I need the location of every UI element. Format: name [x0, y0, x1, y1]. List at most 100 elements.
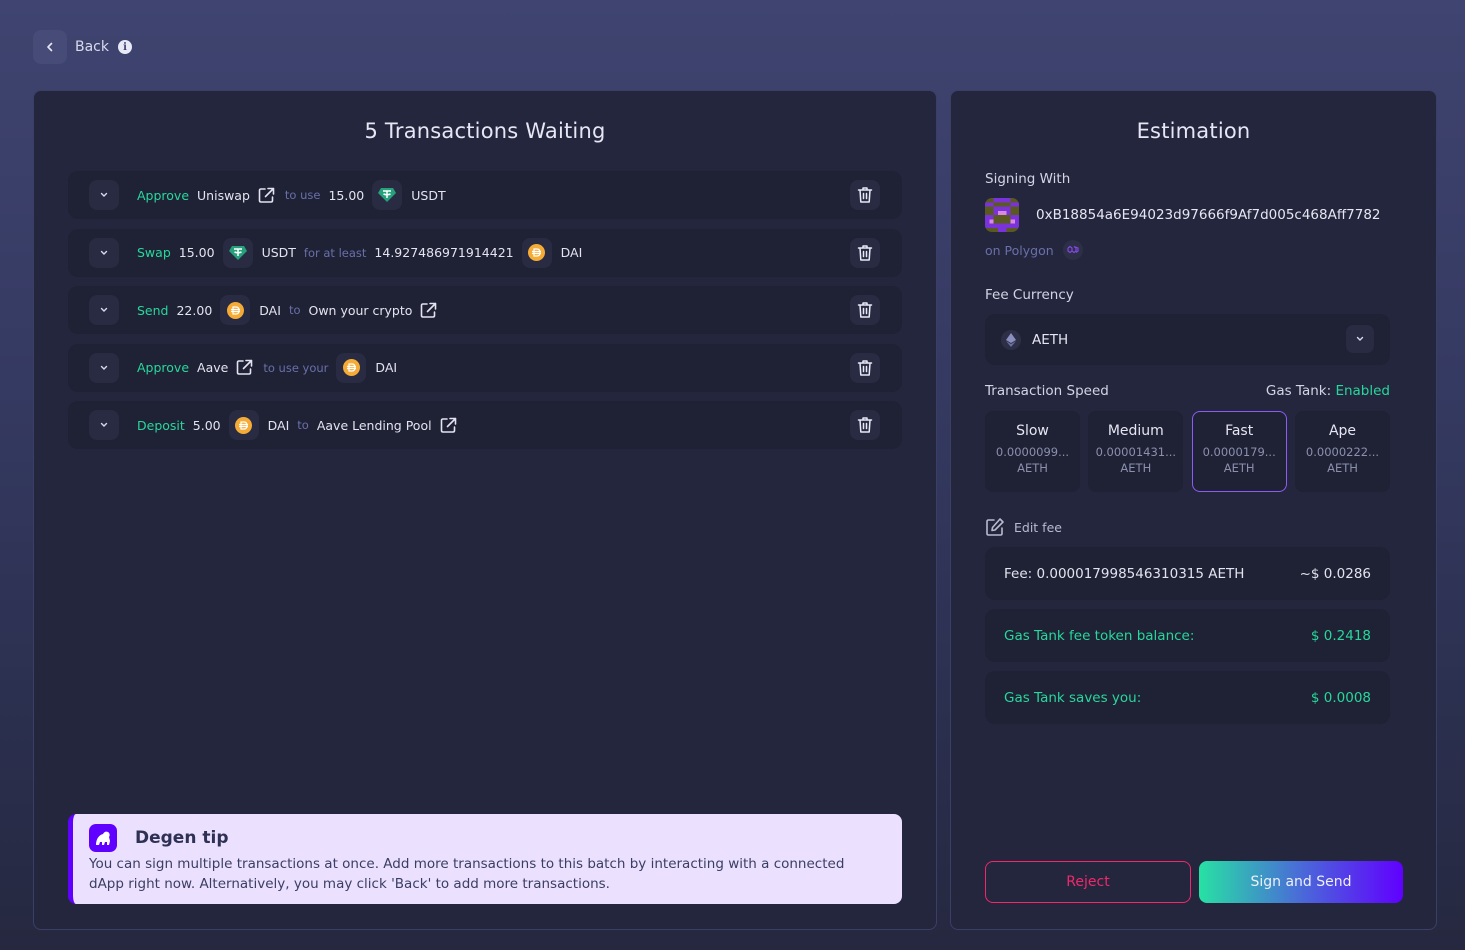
expand-transaction-button[interactable] — [89, 352, 119, 383]
polygon-icon — [1062, 240, 1083, 260]
external-link-icon[interactable] — [420, 302, 437, 319]
dai-token-icon — [220, 295, 251, 325]
transaction-connector: to use your — [263, 360, 329, 375]
gas-tank-status: Gas Tank: Enabled — [1265, 383, 1390, 399]
transaction-row: Send 22.00 DAI to Own your crypto — [68, 286, 902, 334]
ethereum-icon — [1001, 329, 1021, 350]
back-label[interactable]: Back — [75, 39, 109, 55]
trash-icon — [857, 359, 873, 376]
fee-currency-label: Fee Currency — [985, 287, 1074, 303]
sign-and-send-button[interactable]: Sign and Send — [1199, 861, 1403, 903]
transaction-detail: DAI — [267, 417, 290, 433]
speed-option-medium[interactable]: Medium 0.00001431... AETH — [1088, 411, 1184, 492]
speed-option-slow[interactable]: Slow 0.0000099... AETH — [985, 411, 1080, 492]
speed-option-fast[interactable]: Fast 0.0000179... AETH — [1191, 411, 1287, 492]
chevron-down-icon — [100, 307, 108, 312]
reject-button[interactable]: Reject — [985, 861, 1191, 903]
external-link-icon[interactable] — [236, 359, 253, 376]
transaction-detail: 22.00 — [176, 302, 213, 318]
chevron-down-icon — [100, 365, 108, 370]
transaction-action: Deposit — [137, 417, 185, 433]
transaction-detail: Own your crypto — [308, 302, 413, 318]
fee-currency-value: AETH — [1032, 331, 1069, 348]
tip-title: Degen tip — [135, 828, 229, 848]
transaction-connector: to — [288, 303, 301, 317]
delete-transaction-button[interactable] — [850, 237, 880, 268]
transaction-action: Approve — [137, 187, 190, 203]
chevron-left-icon — [47, 42, 53, 52]
dai-token-icon — [336, 352, 367, 383]
back-button[interactable] — [33, 30, 67, 64]
delete-transaction-button[interactable] — [850, 352, 880, 383]
gas-tank-balance-value: $ 0.2418 — [1310, 627, 1371, 644]
transaction-detail: DAI — [375, 360, 398, 375]
delete-transaction-button[interactable] — [850, 410, 880, 440]
estimation-panel: Estimation Signing With 0xB18854a6E94023… — [950, 90, 1437, 930]
transaction-detail: DAI — [259, 302, 281, 318]
fee-amount: Fee: 0.000017998546310315 AETH — [1004, 565, 1245, 582]
external-link-icon[interactable] — [440, 417, 457, 434]
speed-options: Slow 0.0000099... AETH Medium 0.00001431… — [985, 411, 1390, 492]
expand-transaction-button[interactable] — [89, 295, 119, 325]
gas-tank-enabled: Enabled — [1335, 383, 1390, 399]
transaction-action: Swap — [137, 245, 171, 260]
expand-transaction-button[interactable] — [89, 410, 119, 440]
transaction-detail: 15.00 — [178, 245, 215, 260]
transaction-row: Approve Uniswap to use 15.00 USDT — [68, 171, 902, 219]
fee-summary: Fee: 0.000017998546310315 AETH ~$ 0.0286 — [985, 547, 1390, 600]
edit-fee-button[interactable]: Edit fee — [985, 517, 1062, 537]
transaction-connector: for at least — [303, 245, 367, 260]
delete-transaction-button[interactable] — [850, 180, 880, 210]
transaction-row: Approve Aave to use your DAI — [68, 343, 902, 392]
dai-token-icon — [521, 237, 552, 268]
gas-tank-saves-value: $ 0.0008 — [1310, 689, 1371, 706]
gas-tank-saves-label: Gas Tank saves you: — [1004, 689, 1142, 706]
transactions-title: 5 Transactions Waiting — [364, 119, 606, 143]
signer-row: 0xB18854a6E94023d97666f9Af7d005c468Aff77… — [985, 198, 1381, 232]
expand-transaction-button[interactable] — [89, 180, 119, 210]
usdt-token-icon — [372, 180, 403, 210]
transaction-detail: DAI — [560, 245, 583, 260]
info-icon[interactable]: i — [118, 40, 132, 54]
transaction-action: Approve — [137, 360, 190, 375]
chevron-down-icon — [100, 422, 108, 427]
expand-transaction-button[interactable] — [89, 237, 119, 268]
trash-icon — [857, 302, 873, 318]
transaction-detail: Aave — [197, 360, 229, 375]
transaction-row: Deposit 5.00 DAI to Aave Lending Pool — [68, 401, 902, 449]
signing-with-label: Signing With — [985, 171, 1071, 187]
transactions-list: Approve Uniswap to use 15.00 USDT Swap 15.00 US… — [68, 171, 902, 459]
usdt-token-icon — [222, 237, 253, 268]
transaction-detail: 15.00 — [328, 187, 365, 203]
speed-option-ape[interactable]: Ape 0.0000222... AETH — [1294, 411, 1390, 492]
speed-header: Transaction Speed Gas Tank: Enabled — [985, 383, 1390, 399]
tip-body: You can sign multiple transactions at on… — [89, 856, 845, 892]
gas-tank-balance: Gas Tank fee token balance: $ 0.2418 — [985, 609, 1390, 662]
chevron-down-icon — [100, 192, 108, 197]
edit-icon — [986, 518, 1004, 536]
network-row: on Polygon — [985, 240, 1083, 260]
estimation-title: Estimation — [1136, 119, 1251, 143]
fee-usd: ~$ 0.0286 — [1299, 565, 1371, 582]
gorilla-icon — [89, 824, 117, 852]
gas-tank-savings: Gas Tank saves you: $ 0.0008 — [985, 671, 1390, 724]
chevron-down-icon[interactable] — [1346, 325, 1374, 353]
fee-currency-select[interactable]: AETH — [985, 314, 1390, 365]
edit-fee-label: Edit fee — [1014, 519, 1062, 535]
external-link-icon[interactable] — [258, 187, 275, 204]
transaction-detail: 5.00 — [192, 417, 221, 433]
avatar — [985, 198, 1019, 232]
transaction-detail: USDT — [411, 187, 446, 203]
signer-address: 0xB18854a6E94023d97666f9Af7d005c468Aff77… — [1036, 207, 1381, 223]
transaction-detail: USDT — [261, 245, 296, 260]
trash-icon — [857, 187, 873, 203]
network-label: on Polygon — [985, 242, 1054, 258]
transactions-panel: 5 Transactions Waiting Approve Uniswap to … — [33, 90, 937, 930]
delete-transaction-button[interactable] — [850, 295, 880, 325]
dai-token-icon — [228, 410, 259, 440]
transaction-detail: Uniswap — [197, 187, 250, 203]
transaction-row: Swap 15.00 USDT for at least 14.927486971914… — [68, 228, 902, 277]
trash-icon — [857, 244, 873, 261]
trash-icon — [857, 417, 873, 433]
transaction-detail: Aave Lending Pool — [316, 417, 432, 433]
